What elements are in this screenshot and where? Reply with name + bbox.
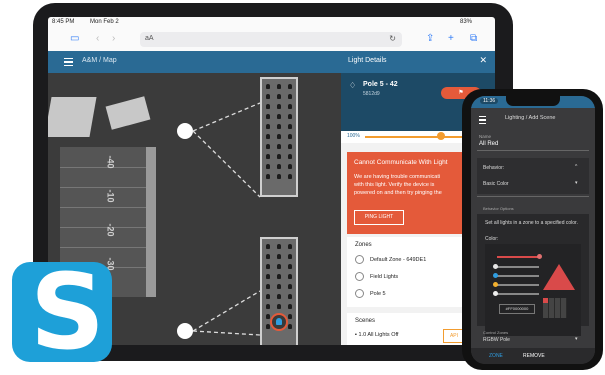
- chevron-down-icon[interactable]: ▾: [575, 336, 578, 342]
- zone-item[interactable]: Field Lights: [355, 272, 398, 281]
- options-description: Set all lights in a zone to a specified …: [485, 220, 578, 226]
- amber-slider[interactable]: [497, 293, 539, 295]
- lightbulb-icon: ♢: [349, 81, 357, 90]
- device-name: Pole 5 - 42: [363, 81, 398, 88]
- red-slider[interactable]: [497, 256, 539, 258]
- panel-header: Light Details ✕: [341, 51, 495, 73]
- reload-icon[interactable]: ↻: [389, 34, 396, 43]
- control-zone-select[interactable]: RGBW Pole: [483, 337, 510, 343]
- reader-label[interactable]: aA: [145, 35, 154, 42]
- zone-icon: [355, 255, 364, 264]
- red-slider-handle[interactable]: [537, 254, 542, 259]
- app-logo: S: [12, 254, 112, 370]
- status-date: Mon Feb 2: [90, 19, 119, 25]
- behavior-section: Behavior: ^ Basic Color ▾: [477, 158, 589, 194]
- chevron-down-icon[interactable]: ▾: [575, 180, 578, 186]
- logo-letter-s: S: [30, 251, 105, 373]
- brightness-slider-handle[interactable]: [437, 132, 445, 140]
- blue-slider[interactable]: [497, 275, 539, 277]
- status-bar: 8:45 PM Mon Feb 2 83%: [48, 17, 495, 29]
- back-icon[interactable]: ‹: [96, 34, 99, 44]
- address-bar[interactable]: aA ↻: [140, 32, 402, 47]
- phone-notch: [506, 96, 560, 106]
- battery-label: 83%: [460, 19, 473, 25]
- sidebar-icon[interactable]: ▭: [70, 34, 79, 44]
- white-slider[interactable]: [497, 284, 539, 286]
- device-id: 5812d9: [363, 91, 380, 97]
- remove-tab[interactable]: REMOVE: [523, 353, 545, 359]
- selected-swatch[interactable]: [543, 298, 548, 303]
- zone-item[interactable]: Default Zone - 649DE1: [355, 255, 426, 264]
- zone-tab[interactable]: ZONE: [489, 353, 503, 359]
- scene-icon: ▪: [355, 332, 357, 338]
- brightness-slider[interactable]: [365, 136, 475, 138]
- amber-slider-handle[interactable]: [493, 291, 498, 296]
- ping-light-button[interactable]: PING LIGHT: [354, 210, 404, 225]
- hex-input[interactable]: #FF0000000: [499, 304, 535, 314]
- name-field[interactable]: All Red: [479, 141, 498, 147]
- forward-icon[interactable]: ›: [112, 34, 115, 44]
- new-tab-icon[interactable]: +: [448, 34, 454, 44]
- name-label: Name: [479, 134, 492, 139]
- color-pyramid-icon: [543, 264, 575, 290]
- phone-bottom-tabs: ZONE REMOVE: [471, 348, 595, 364]
- zone-icon: [355, 289, 364, 298]
- scenes-title: Scenes: [355, 318, 376, 324]
- share-icon[interactable]: ⇪: [426, 34, 434, 44]
- behavior-options-label: Behavior Options: [483, 206, 514, 211]
- brightness-value: 100%: [347, 133, 360, 139]
- breadcrumb: A&M / Map: [82, 57, 117, 64]
- control-zones-label: Control Zones: [483, 330, 509, 335]
- app-header: A&M / Map: [48, 51, 341, 73]
- divider: [477, 150, 589, 151]
- phone-breadcrumb: Lighting / Add Scene: [505, 115, 556, 121]
- selected-light-marker[interactable]: [270, 313, 288, 331]
- close-icon[interactable]: ✕: [479, 55, 487, 66]
- phone-status-time: 11:36: [480, 98, 499, 104]
- chevron-up-icon[interactable]: ^: [575, 164, 577, 170]
- divider: [477, 196, 589, 197]
- light-group[interactable]: [260, 77, 298, 197]
- scene-item[interactable]: ▪ 1.0 All Lights Off: [355, 332, 398, 338]
- zone-icon: [355, 272, 364, 281]
- behavior-label: Behavior:: [483, 165, 505, 171]
- phone-app-header: Lighting / Add Scene: [471, 108, 595, 130]
- zones-title: Zones: [355, 242, 372, 248]
- menu-icon[interactable]: [64, 58, 73, 67]
- color-picker[interactable]: #FF0000000: [485, 244, 581, 336]
- green-slider-handle[interactable]: [493, 264, 498, 269]
- blue-slider-handle[interactable]: [493, 273, 498, 278]
- status-time: 8:45 PM: [52, 19, 75, 25]
- alert-title: Cannot Communicate With Light: [354, 159, 448, 166]
- tabs-icon[interactable]: ⧉: [470, 34, 477, 44]
- panel-title: Light Details: [348, 57, 387, 64]
- color-label: Color:: [485, 236, 499, 242]
- green-slider[interactable]: [497, 266, 539, 268]
- behavior-select[interactable]: Basic Color: [483, 181, 509, 187]
- tablet-screen: 8:45 PM Mon Feb 2 83% ▭ ‹ › aA ↻ ⇪ + ⧉ A…: [48, 17, 495, 345]
- zone-item[interactable]: Pole 5: [355, 289, 386, 298]
- menu-icon[interactable]: [479, 116, 486, 125]
- phone-screen: 11:36 Lighting / Add Scene Name All Red …: [471, 96, 595, 364]
- browser-toolbar: ▭ ‹ › aA ↻ ⇪ + ⧉: [48, 29, 495, 52]
- white-slider-handle[interactable]: [493, 282, 498, 287]
